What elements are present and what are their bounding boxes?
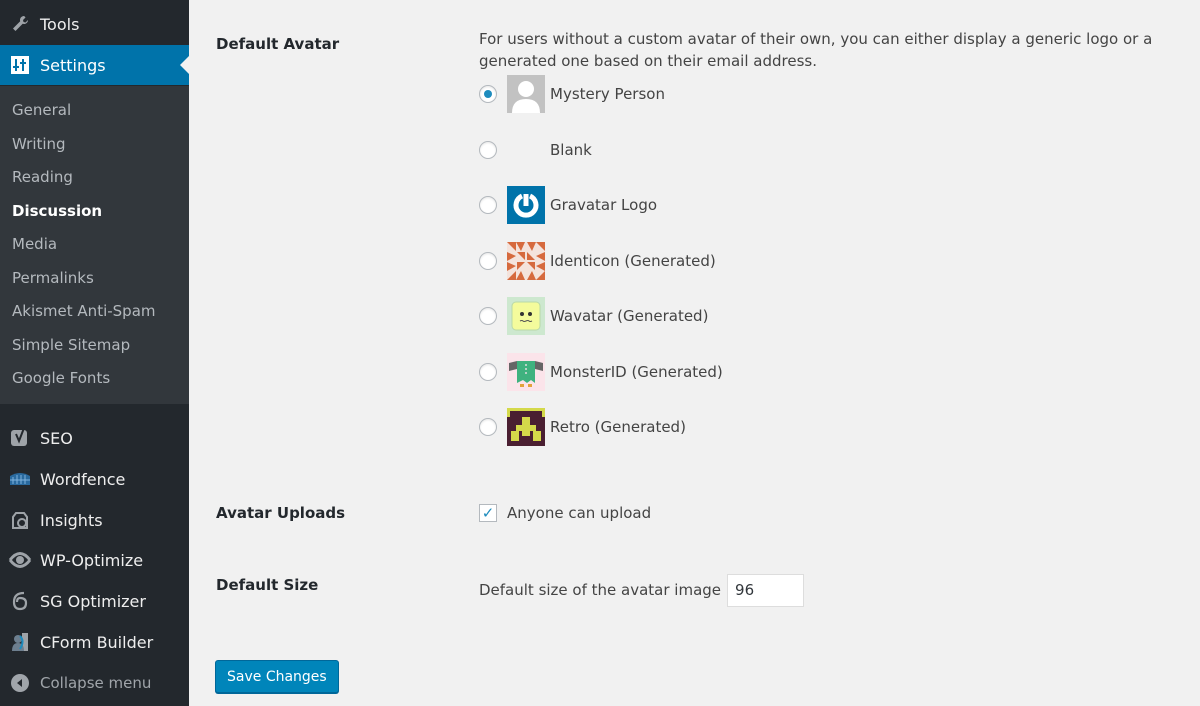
radio-monsterid[interactable] [479,363,497,381]
radio-blank[interactable] [479,141,497,159]
radio-mystery[interactable] [479,85,497,103]
wavatar-avatar [507,297,545,335]
menu-label: SEO [40,428,73,448]
radio-retro[interactable] [479,418,497,436]
blank-avatar [507,131,545,169]
submenu-akismet[interactable]: Akismet Anti-Spam [12,294,156,328]
anyone-can-upload-checkbox[interactable]: ✓ [479,504,497,522]
wp-optimize-icon [0,549,40,571]
menu-item-tools[interactable]: Tools [0,4,189,44]
avatar-uploads-label: Avatar Uploads [216,504,346,522]
menu-label: SG Optimizer [40,591,146,611]
radio-wavatar[interactable] [479,307,497,325]
menu-label: Settings [40,55,106,75]
default-avatar-label: Default Avatar [216,35,340,53]
submenu-reading[interactable]: Reading [12,160,73,194]
admin-sidebar: Tools Settings General Writing Reading D… [0,0,189,706]
sg-optimizer-icon [0,590,40,612]
avatar-option-retro[interactable]: Retro (Generated) [479,407,686,447]
option-label: Blank [550,141,592,159]
option-label: Gravatar Logo [550,196,658,214]
option-label: Identicon (Generated) [550,252,716,270]
cform-icon [0,631,40,653]
save-changes-button[interactable]: Save Changes [215,660,339,693]
current-arrow [180,56,189,74]
menu-item-seo[interactable]: SEO [0,418,189,458]
radio-gravatar[interactable] [479,196,497,214]
sliders-icon [0,56,40,74]
avatar-option-monsterid[interactable]: MonsterID (Generated) [479,352,723,392]
default-size-input[interactable] [727,573,805,607]
yoast-icon [0,427,40,449]
wrench-icon [0,14,40,34]
menu-label: CForm Builder [40,632,154,652]
avatar-option-wavatar[interactable]: Wavatar (Generated) [479,296,708,336]
avatar-option-identicon[interactable]: Identicon (Generated) [479,241,716,281]
gravatar-logo-avatar [507,186,545,224]
menu-item-sg-optimizer[interactable]: SG Optimizer [0,581,189,621]
submenu-permalinks[interactable]: Permalinks [12,261,94,295]
option-label: Retro (Generated) [550,418,686,436]
option-label: Wavatar (Generated) [550,307,709,325]
avatar-option-gravatar[interactable]: Gravatar Logo [479,185,657,225]
settings-content: Default Avatar For users without a custo… [189,0,1200,706]
monsterid-avatar [507,353,545,391]
menu-label: Collapse menu [40,674,152,692]
menu-label: Tools [40,14,80,34]
submenu-general[interactable]: General [12,93,71,127]
collapse-menu-button[interactable]: Collapse menu [0,663,189,703]
default-size-field-label: Default size of the avatar image [479,581,722,599]
default-size-row: Default size of the avatar image [479,570,805,610]
menu-label: Wordfence [40,469,126,489]
menu-item-settings[interactable]: Settings [0,45,189,85]
submenu-discussion[interactable]: Discussion [12,194,102,228]
option-label: Mystery Person [550,85,665,103]
default-size-label: Default Size [216,576,319,594]
checkbox-label: Anyone can upload [507,504,652,522]
insights-icon [0,509,40,531]
menu-label: Insights [40,510,103,530]
mystery-person-avatar [507,75,545,113]
menu-item-wp-optimize[interactable]: WP-Optimize [0,540,189,580]
avatar-option-blank[interactable]: Blank [479,130,592,170]
menu-item-cform-builder[interactable]: CForm Builder [0,622,189,662]
settings-submenu: General Writing Reading Discussion Media… [0,86,189,404]
identicon-avatar [507,242,545,280]
radio-identicon[interactable] [479,252,497,270]
default-avatar-description: For users without a custom avatar of the… [479,30,1153,70]
wordfence-icon [0,471,40,487]
submenu-google-fonts[interactable]: Google Fonts [12,361,110,395]
anyone-can-upload-option[interactable]: ✓ Anyone can upload [479,493,651,533]
submenu-simple-sitemap[interactable]: Simple Sitemap [12,328,130,362]
submenu-media[interactable]: Media [12,227,57,261]
collapse-arrow-icon [0,673,40,693]
option-label: MonsterID (Generated) [550,363,723,381]
menu-label: WP-Optimize [40,550,144,570]
avatar-option-mystery[interactable]: Mystery Person [479,74,665,114]
retro-avatar [507,408,545,446]
submenu-writing[interactable]: Writing [12,127,66,161]
menu-item-insights[interactable]: Insights [0,500,189,540]
menu-item-wordfence[interactable]: Wordfence [0,459,189,499]
